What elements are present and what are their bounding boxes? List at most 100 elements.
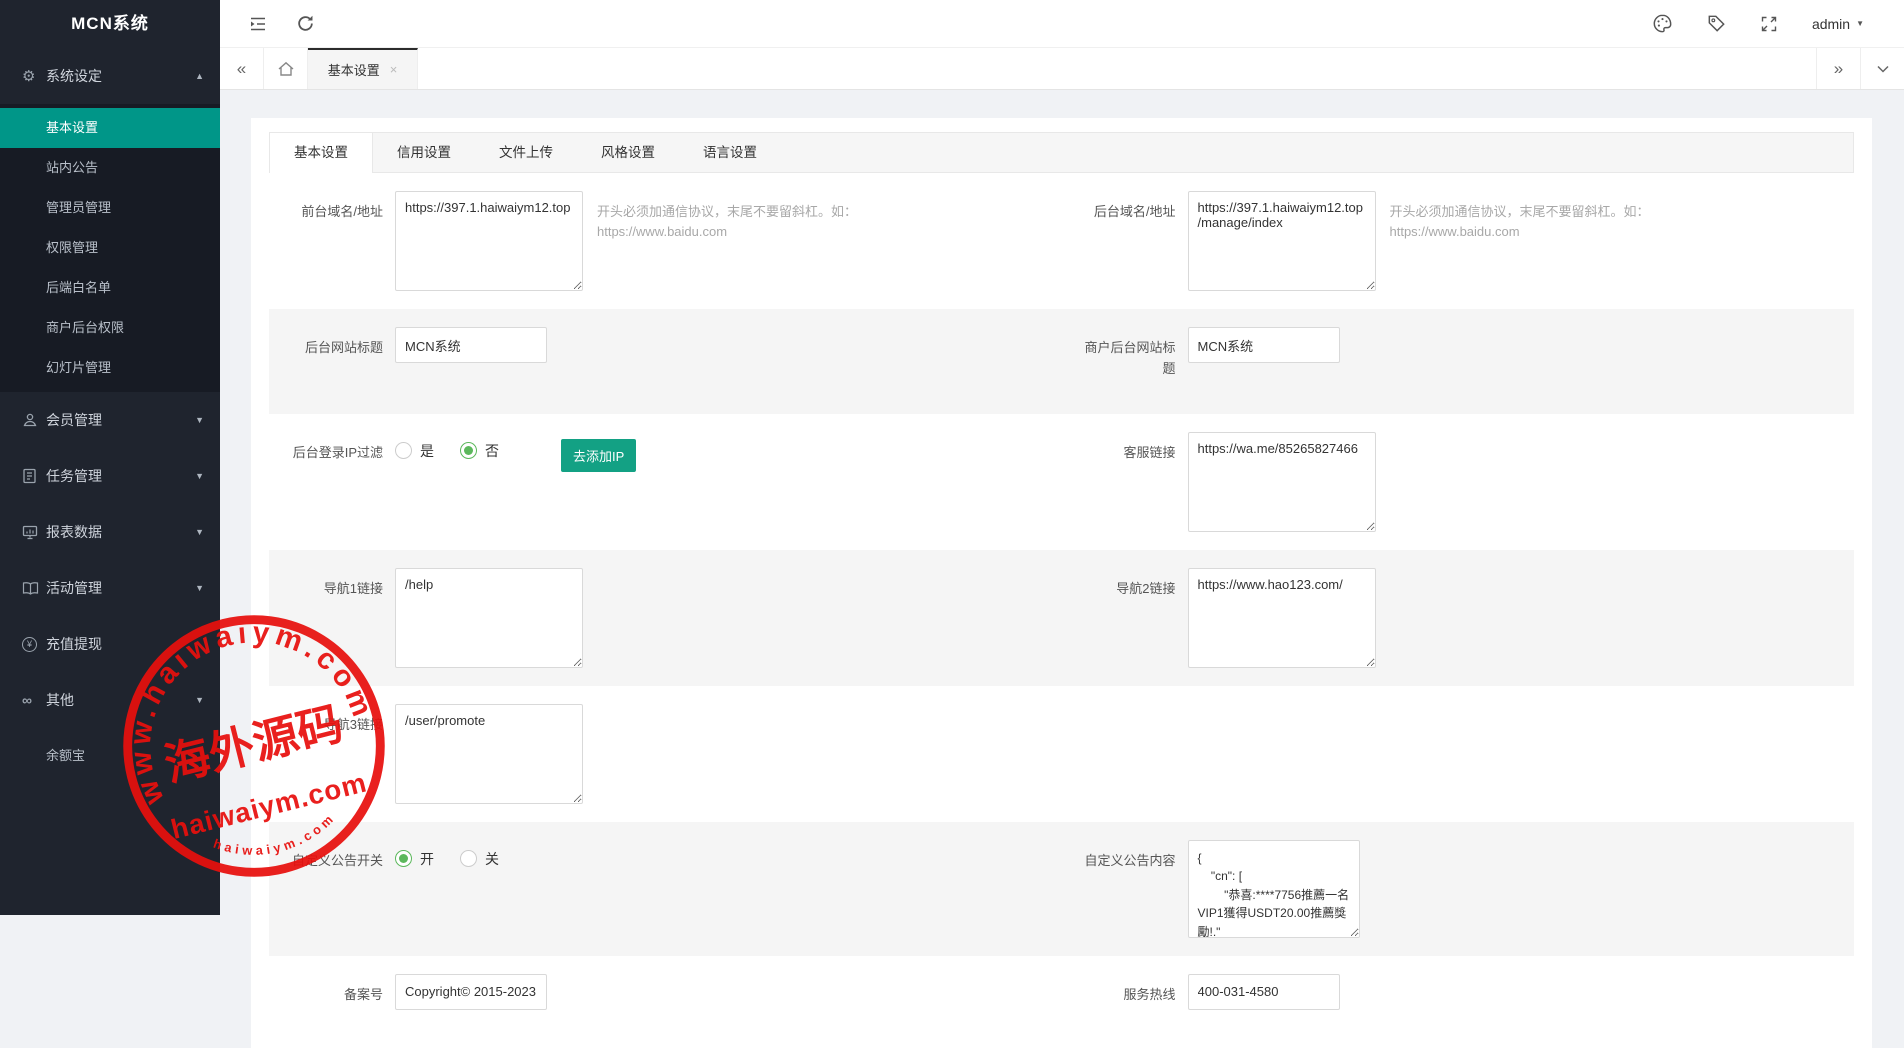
nav3-label: 导航3链接 [287, 704, 383, 736]
sidebar-item-task-management[interactable]: 任务管理 ▼ [0, 448, 220, 504]
service-link-textarea[interactable]: https://wa.me/85265827466 [1188, 432, 1376, 532]
nav2-textarea[interactable]: https://www.hao123.com/ [1188, 568, 1376, 668]
settings-card: 基本设置 信用设置 文件上传 风格设置 语言设置 前台域名/地址 https:/… [251, 118, 1872, 1048]
sidebar-item-slideshow-management[interactable]: 幻灯片管理 [0, 348, 220, 388]
tag-icon[interactable] [1707, 14, 1726, 33]
front-domain-textarea[interactable]: https://397.1.haiwaiym12.top [395, 191, 583, 291]
collapse-tabs-button[interactable]: « [220, 48, 264, 89]
chevron-down-icon: ▼ [195, 583, 204, 593]
username: admin [1812, 16, 1850, 32]
announce-on-radio[interactable]: 开 [395, 849, 434, 869]
sidebar-submenu: 基本设置 站内公告 管理员管理 权限管理 后端白名单 商户后台权限 幻灯片管理 [0, 104, 220, 392]
sidebar-item-member-management[interactable]: 会员管理 ▼ [0, 392, 220, 448]
document-icon [22, 468, 46, 484]
sidebar-item-backend-whitelist[interactable]: 后端白名单 [0, 268, 220, 308]
nav1-label: 导航1链接 [287, 568, 383, 600]
ip-filter-label: 后台登录IP过滤 [287, 432, 383, 464]
open-tab-basic-settings[interactable]: 基本设置 × [308, 48, 418, 89]
sidebar-item-label: 其他 [46, 690, 74, 710]
merchant-title-input[interactable] [1188, 327, 1340, 363]
chevron-down-icon: ▼ [195, 471, 204, 481]
gear-icon: ⚙ [22, 67, 46, 85]
yen-circle-icon: ¥ [22, 637, 46, 652]
sidebar-item-site-announcement[interactable]: 站内公告 [0, 148, 220, 188]
sidebar-item-report-data[interactable]: 报表数据 ▼ [0, 504, 220, 560]
chevron-down-icon: ▼ [195, 695, 204, 705]
user-icon [22, 412, 46, 428]
admin-domain-label: 后台域名/地址 [1080, 191, 1176, 223]
radio-circle-checked-icon [395, 850, 412, 867]
announce-content-textarea[interactable]: { "cn": [ "恭喜:****7756推薦一名VIP1獲得USDT20.0… [1188, 840, 1360, 938]
user-menu[interactable]: admin ▼ [1812, 16, 1864, 32]
sidebar-item-label: 报表数据 [46, 522, 102, 542]
chevron-down-icon: ▼ [195, 527, 204, 537]
sidebar-item-label: 活动管理 [46, 578, 102, 598]
row-nav12: 导航1链接 /help 导航2链接 https://www.hao123.com… [269, 550, 1854, 686]
sidebar-item-merchant-permissions[interactable]: 商户后台权限 [0, 308, 220, 348]
sidebar-item-other[interactable]: ∞ 其他 ▼ [0, 672, 220, 728]
merchant-title-label: 商户后台网站标题 [1080, 327, 1176, 380]
admin-title-input[interactable] [395, 327, 547, 363]
sidebar-item-label: 会员管理 [46, 410, 102, 430]
fullscreen-icon[interactable] [1760, 15, 1778, 33]
front-domain-label: 前台域名/地址 [287, 191, 383, 223]
tab-label: 基本设置 [328, 60, 380, 79]
home-icon[interactable] [264, 48, 308, 89]
add-ip-button[interactable]: 去添加IP [561, 439, 636, 472]
front-domain-hint: 开头必须加通信协议，末尾不要留斜杠。如：https://www.baidu.co… [597, 191, 967, 241]
menu-fold-icon[interactable] [248, 14, 268, 34]
nav3-textarea[interactable]: /user/promote [395, 704, 583, 804]
sidebar-group-system-settings[interactable]: ⚙ 系统设定 ▲ [0, 48, 220, 104]
nav2-label: 导航2链接 [1080, 568, 1176, 600]
chevron-up-icon: ▲ [195, 71, 204, 81]
sidebar-item-permission-management[interactable]: 权限管理 [0, 228, 220, 268]
chevron-down-icon: ▼ [195, 415, 204, 425]
announce-off-radio[interactable]: 关 [460, 849, 499, 869]
tab-style-settings[interactable]: 风格设置 [577, 133, 679, 173]
sidebar-item-recharge-withdraw[interactable]: ¥ 充值提现 [0, 616, 220, 672]
refresh-icon[interactable] [296, 14, 315, 33]
row-titles: 后台网站标题 商户后台网站标题 [269, 309, 1854, 414]
admin-domain-hint: 开头必须加通信协议，末尾不要留斜杠。如：https://www.baidu.co… [1390, 191, 1760, 241]
nav1-textarea[interactable]: /help [395, 568, 583, 668]
row-footer-info: 备案号 服务热线 [269, 956, 1854, 1028]
sidebar-item-basic-settings[interactable]: 基本设置 [0, 108, 220, 148]
sidebar-item-label: 充值提现 [46, 634, 102, 654]
admin-title-label: 后台网站标题 [287, 327, 383, 359]
chevron-down-icon: ▼ [1856, 19, 1864, 28]
icp-input[interactable] [395, 974, 547, 1010]
app-title: MCN系统 [0, 0, 220, 48]
ip-filter-no-radio[interactable]: 否 [460, 441, 499, 461]
service-link-label: 客服链接 [1080, 432, 1176, 464]
expand-tabs-button[interactable]: » [1816, 48, 1860, 89]
chart-board-icon [22, 524, 46, 540]
main-content: 基本设置 信用设置 文件上传 风格设置 语言设置 前台域名/地址 https:/… [220, 90, 1904, 915]
ip-filter-radio-group: 是 否 [395, 432, 499, 461]
row-nav3: 导航3链接 /user/promote [269, 686, 1854, 822]
admin-domain-textarea[interactable]: https://397.1.haiwaiym12.top/manage/inde… [1188, 191, 1376, 291]
ip-filter-yes-radio[interactable]: 是 [395, 441, 434, 461]
sidebar-group-label: 系统设定 [46, 66, 102, 86]
announce-switch-radio-group: 开 关 [395, 840, 499, 869]
tab-file-upload[interactable]: 文件上传 [475, 133, 577, 173]
settings-tabs: 基本设置 信用设置 文件上传 风格设置 语言设置 [269, 132, 1854, 173]
radio-circle-icon [395, 442, 412, 459]
sidebar-item-activity-management[interactable]: 活动管理 ▼ [0, 560, 220, 616]
tab-credit-settings[interactable]: 信用设置 [373, 133, 475, 173]
tab-basic-settings[interactable]: 基本设置 [270, 133, 373, 173]
palette-icon[interactable] [1652, 13, 1673, 34]
sidebar-item-admin-management[interactable]: 管理员管理 [0, 188, 220, 228]
topbar: admin ▼ [220, 0, 1904, 48]
close-tab-icon[interactable]: × [390, 62, 398, 77]
tab-language-settings[interactable]: 语言设置 [679, 133, 781, 173]
book-icon [22, 581, 46, 596]
row-domains: 前台域名/地址 https://397.1.haiwaiym12.top 开头必… [269, 173, 1854, 309]
sidebar-item-yuebao[interactable]: 余额宝 [0, 736, 220, 776]
tab-menu-chevron-icon[interactable] [1860, 48, 1904, 89]
link-icon: ∞ [22, 692, 46, 708]
sidebar-item-label: 任务管理 [46, 466, 102, 486]
icp-label: 备案号 [287, 974, 383, 1006]
hotline-input[interactable] [1188, 974, 1340, 1010]
hotline-label: 服务热线 [1080, 974, 1176, 1006]
radio-circle-checked-icon [460, 442, 477, 459]
